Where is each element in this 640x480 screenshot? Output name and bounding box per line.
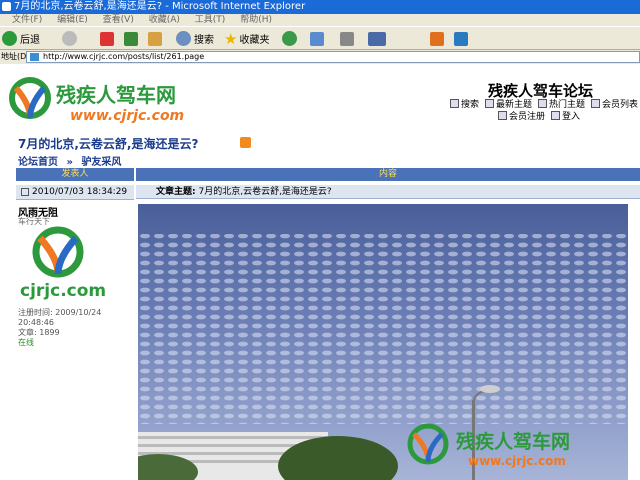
stop-icon — [100, 31, 114, 46]
login-icon — [551, 110, 561, 120]
post-icon — [21, 187, 29, 196]
forward-arrow-icon — [62, 31, 77, 46]
register-date: 2009/10/24 — [55, 308, 102, 317]
author-avatar: cjrjc.com — [20, 226, 106, 301]
nav-login[interactable]: 登入 — [551, 109, 580, 122]
posts-label: 文章: — [18, 328, 37, 337]
messenger-icon — [430, 31, 444, 46]
author-column-header: 发表人 — [16, 168, 134, 181]
search-label: 搜索 — [194, 35, 214, 46]
ie-extra-button[interactable] — [454, 30, 468, 47]
refresh-button[interactable] — [124, 30, 138, 47]
home-icon — [148, 31, 162, 46]
print-button[interactable] — [340, 30, 354, 47]
breadcrumb-separator: » — [66, 157, 73, 168]
stop-button[interactable] — [100, 30, 114, 47]
home-button[interactable] — [148, 30, 162, 47]
posts-count: 1899 — [39, 328, 60, 337]
menu-view[interactable]: 查看(V) — [103, 15, 134, 25]
back-arrow-icon — [2, 31, 17, 46]
search-button[interactable]: 搜索 — [176, 30, 214, 47]
photo-watermark-domain: www.cjrjc.com — [468, 454, 566, 468]
window-title: 7月的北京,云卷云舒,是海还是云? - Microsoft Internet E… — [14, 1, 306, 12]
post-subject-cell: 文章主题: 7月的北京,云卷云舒,是海还是云? — [136, 185, 640, 199]
toolbar: 后退 搜索 ★ 收藏夹 — [0, 26, 640, 50]
breadcrumb: 论坛首页 » 驴友采风 — [18, 153, 121, 168]
page-icon — [30, 53, 39, 61]
breadcrumb-section[interactable]: 驴友采风 — [81, 157, 121, 168]
subject-label: 文章主题: — [156, 187, 196, 197]
favorites-button[interactable]: ★ 收藏夹 — [224, 29, 270, 48]
favorites-label: 收藏夹 — [239, 35, 270, 46]
address-input[interactable]: http://www.cjrjc.com/posts/list/261.page — [26, 51, 640, 63]
forward-button[interactable] — [62, 30, 80, 47]
menu-tools[interactable]: 工具(T) — [195, 15, 226, 25]
nav-register[interactable]: 会员注册 — [498, 109, 545, 122]
breadcrumb-home[interactable]: 论坛首页 — [18, 157, 58, 168]
members-icon — [590, 98, 600, 108]
research-icon — [454, 31, 468, 46]
star-icon: ★ — [224, 29, 238, 48]
mail-icon — [310, 31, 324, 46]
menu-edit[interactable]: 编辑(E) — [57, 15, 88, 25]
nav-register-label: 会员注册 — [509, 111, 546, 122]
print-icon — [340, 31, 354, 46]
post-date: 2010/07/03 18:34:29 — [32, 187, 128, 197]
window-titlebar: 7月的北京,云卷云舒,是海还是云? - Microsoft Internet E… — [0, 0, 640, 14]
search-icon — [176, 31, 191, 46]
back-button[interactable]: 后退 — [2, 30, 40, 47]
post-subject: 7月的北京,云卷云舒,是海还是云? — [198, 187, 332, 197]
post-date-cell: 2010/07/03 18:34:29 — [16, 185, 134, 200]
online-status: 在线 — [18, 338, 34, 347]
hot-topics-icon — [537, 98, 547, 108]
post-photo: 残疾人驾车网 www.cjrjc.com — [138, 204, 628, 480]
mail-button[interactable] — [310, 30, 324, 47]
forum-nav: 搜索 最新主题 热门主题 会员列表 会员注册 登入 — [402, 97, 638, 122]
address-url: http://www.cjrjc.com/posts/list/261.page — [43, 52, 205, 61]
avatar-text: cjrjc.com — [20, 281, 106, 301]
messenger-button[interactable] — [430, 30, 444, 47]
new-topics-icon — [484, 98, 494, 108]
nav-members[interactable]: 会员列表 — [590, 97, 638, 110]
history-icon — [282, 31, 297, 46]
rss-icon[interactable] — [240, 137, 251, 148]
author-meta: 注册时间: 2009/10/24 20:48:46 文章: 1899 在线 — [18, 308, 101, 348]
edit-button[interactable] — [368, 30, 386, 47]
edit-icon — [368, 31, 386, 46]
content-column-header: 内容 — [136, 168, 640, 181]
menu-file[interactable]: 文件(F) — [12, 15, 42, 25]
logo-text: 残疾人驾车网 — [56, 83, 176, 107]
page-content: 残疾人驾车网 www.cjrjc.com 残疾人驾车论坛 搜索 最新主题 热门主… — [0, 64, 640, 480]
history-button[interactable] — [282, 30, 300, 47]
menu-favorites[interactable]: 收藏(A) — [149, 15, 180, 25]
register-icon — [498, 110, 507, 120]
refresh-icon — [124, 31, 138, 46]
photo-watermark-text: 残疾人驾车网 — [456, 430, 570, 453]
nav-login-label: 登入 — [562, 111, 581, 122]
address-bar: 地址(D) http://www.cjrjc.com/posts/list/26… — [0, 50, 640, 64]
topic-title: 7月的北京,云卷云舒,是海还是云? — [18, 137, 199, 151]
ie-icon — [2, 2, 11, 11]
site-logo[interactable]: 残疾人驾车网 www.cjrjc.com — [8, 74, 220, 126]
nav-members-label: 会员列表 — [601, 99, 638, 110]
menu-bar: 文件(F) 编辑(E) 查看(V) 收藏(A) 工具(T) 帮助(H) — [0, 14, 640, 26]
menu-help[interactable]: 帮助(H) — [240, 15, 272, 25]
logo-domain: www.cjrjc.com — [70, 108, 184, 124]
nav-search-label: 搜索 — [460, 99, 479, 110]
register-label: 注册时间: — [18, 308, 53, 317]
nav-search[interactable]: 搜索 — [449, 97, 479, 110]
register-time: 20:48:46 — [18, 318, 54, 327]
back-label: 后退 — [20, 35, 40, 46]
search-icon — [449, 98, 459, 108]
